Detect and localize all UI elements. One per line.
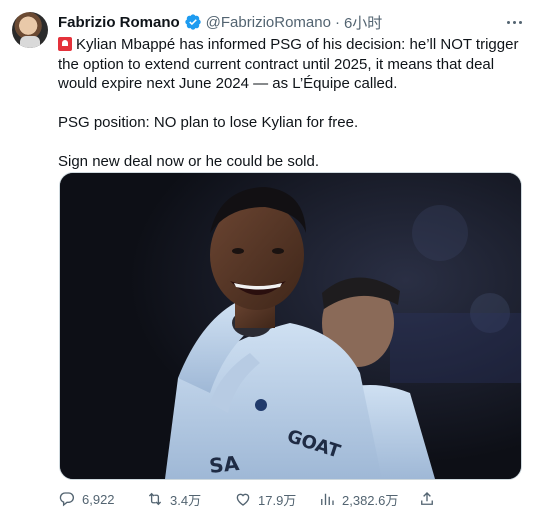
tweet-paragraph-2: PSG position: NO plan to lose Kylian for… <box>58 114 359 131</box>
tweet-paragraph-3: Sign new deal now or he could be sold. <box>58 153 320 170</box>
shirt-sponsor-text: SA <box>208 451 241 478</box>
photo-illustration: GOAT SA <box>60 173 521 479</box>
tweet-card[interactable]: Fabrizio Romano @FabrizioRomano · 6小时 Ky… <box>0 0 536 518</box>
retweet-button[interactable]: 3.4万 <box>146 490 234 509</box>
heart-icon <box>236 493 250 506</box>
tweet-photo[interactable]: GOAT SA <box>59 172 522 480</box>
views-bar-chart-icon <box>321 493 334 505</box>
like-button[interactable]: 17.9万 <box>234 490 318 509</box>
like-count: 17.9万 <box>258 492 297 508</box>
tweet-header: Fabrizio Romano @FabrizioRomano · 6小时 <box>58 12 382 32</box>
views-button[interactable]: 2,382.6万 <box>318 490 418 509</box>
retweet-icon <box>148 492 162 506</box>
share-button[interactable] <box>418 490 448 508</box>
separator-dot: · <box>334 13 340 31</box>
avatar[interactable] <box>12 12 48 48</box>
tweet-text: Kylian Mbappé has informed PSG of his de… <box>58 35 520 172</box>
view-count: 2,382.6万 <box>342 492 399 508</box>
reply-count: 6,922 <box>82 491 115 507</box>
author-handle[interactable]: @FabrizioRomano <box>206 14 331 31</box>
retweet-count: 3.4万 <box>170 492 202 508</box>
reply-button[interactable]: 6,922 <box>58 490 146 508</box>
tweet-paragraph-1: Kylian Mbappé has informed PSG of his de… <box>58 36 519 92</box>
share-upload-icon <box>421 492 433 505</box>
verified-badge-icon <box>184 14 201 30</box>
siren-emoji-icon <box>58 37 72 51</box>
more-options-icon[interactable] <box>503 14 525 30</box>
reply-icon <box>59 492 74 507</box>
tweet-actions: 6,922 3.4万 17.9万 2,382.6万 <box>58 488 468 510</box>
author-name[interactable]: Fabrizio Romano <box>58 14 180 31</box>
timestamp[interactable]: 6小时 <box>344 12 382 33</box>
